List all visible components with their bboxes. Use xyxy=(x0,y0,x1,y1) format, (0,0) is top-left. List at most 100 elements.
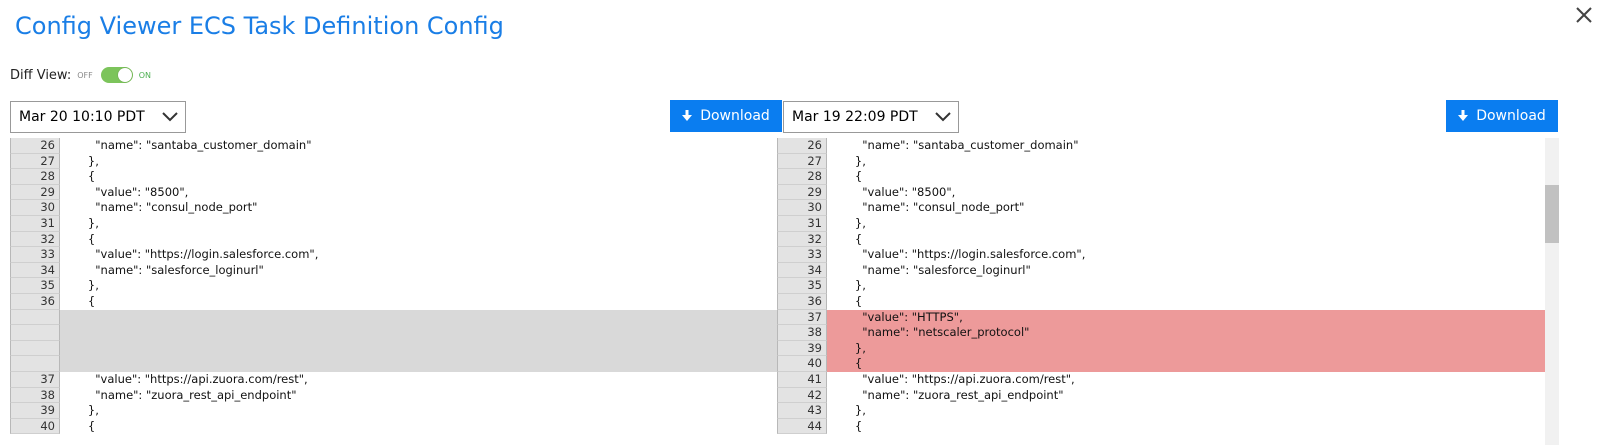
code-text: "name": "zuora_rest_api_endpoint" xyxy=(833,387,1064,402)
chevron-down-icon xyxy=(935,112,951,122)
code-text: "name": "consul_node_port" xyxy=(66,200,258,215)
code-text: }, xyxy=(66,215,99,230)
code-text: { xyxy=(833,293,863,308)
close-icon[interactable] xyxy=(1573,4,1595,26)
code-text: { xyxy=(833,418,863,433)
right-date-select[interactable]: Mar 19 22:09 PDT xyxy=(783,101,959,133)
code-line: 34 "name": "salesforce_loginurl" xyxy=(10,262,780,279)
line-number: 33 xyxy=(777,247,827,263)
right-date-value: Mar 19 22:09 PDT xyxy=(792,109,918,125)
left-date-select[interactable]: Mar 20 10:10 PDT xyxy=(10,101,186,133)
code-text: { xyxy=(66,418,96,433)
code-text: "value": "https://login.salesforce.com", xyxy=(833,247,1086,262)
line-number: 26 xyxy=(777,138,827,154)
line-number: 35 xyxy=(777,278,827,294)
code-text: "value": "https://api.zuora.com/rest", xyxy=(833,371,1075,386)
code-text: { xyxy=(66,231,96,246)
line-number: 32 xyxy=(777,231,827,248)
line-number: 31 xyxy=(10,215,60,232)
line-number: 37 xyxy=(10,371,60,388)
code-line: 37 "value": "https://api.zuora.com/rest"… xyxy=(10,371,780,388)
line-number: 37 xyxy=(777,309,827,326)
code-text: { xyxy=(66,169,96,184)
code-line: 31 }, xyxy=(777,215,1547,232)
code-text: }, xyxy=(833,215,866,230)
code-line: 27 }, xyxy=(777,153,1547,170)
code-line: 34 "name": "salesforce_loginurl" xyxy=(777,262,1547,279)
line-number: 30 xyxy=(777,200,827,216)
code-text: "name": "salesforce_loginurl" xyxy=(66,262,264,277)
code-text: }, xyxy=(833,153,866,168)
code-text xyxy=(60,309,780,326)
code-line: 32 { xyxy=(10,231,780,248)
line-number: 30 xyxy=(10,200,60,216)
code-line: 44 { xyxy=(777,418,1547,435)
code-text: }, xyxy=(827,340,1547,357)
line-number xyxy=(10,309,60,326)
line-number: 34 xyxy=(10,262,60,279)
code-text: "value": "8500", xyxy=(66,184,189,199)
line-number: 35 xyxy=(10,278,60,294)
code-text: { xyxy=(827,356,1547,372)
line-number: 33 xyxy=(10,247,60,263)
line-number: 42 xyxy=(777,387,827,404)
right-code-pane[interactable]: 26 "name": "santaba_customer_domain" 27 }… xyxy=(777,138,1547,445)
code-text xyxy=(60,340,780,357)
code-line: 42 "name": "zuora_rest_api_endpoint" xyxy=(777,387,1547,404)
code-line: 28 { xyxy=(10,169,780,185)
code-line: 39 }, xyxy=(777,340,1547,357)
line-number xyxy=(10,340,60,357)
code-line: 26 "name": "santaba_customer_domain" xyxy=(10,138,780,154)
code-text: "value": "HTTPS", xyxy=(827,309,1547,326)
left-code-pane[interactable]: 26 "name": "santaba_customer_domain" 27 }… xyxy=(10,138,780,445)
toggle-knob xyxy=(117,68,132,82)
toggle-off-label: OFF xyxy=(77,70,93,80)
code-text: "value": "https://api.zuora.com/rest", xyxy=(66,371,308,386)
toggle-on-label: ON xyxy=(138,70,152,80)
code-line xyxy=(10,325,780,341)
code-line: 27 }, xyxy=(10,153,780,170)
line-number: 43 xyxy=(777,403,827,419)
line-number: 41 xyxy=(777,371,827,388)
code-line xyxy=(10,356,780,372)
code-line: 40 { xyxy=(10,418,780,435)
line-number: 38 xyxy=(777,325,827,341)
code-text: }, xyxy=(66,153,99,168)
line-number: 36 xyxy=(777,293,827,310)
line-number: 39 xyxy=(777,340,827,357)
download-icon xyxy=(1458,110,1469,121)
line-number: 28 xyxy=(777,169,827,185)
code-text: }, xyxy=(66,278,99,293)
code-line: 38 "name": "netscaler_protocol" xyxy=(777,325,1547,341)
line-number: 28 xyxy=(10,169,60,185)
code-text: "name": "netscaler_protocol" xyxy=(827,325,1547,341)
code-text: }, xyxy=(66,403,99,418)
line-number: 39 xyxy=(10,403,60,419)
line-number: 29 xyxy=(777,184,827,201)
page-title: Config Viewer ECS Task Definition Config xyxy=(15,12,504,40)
code-line: 29 "value": "8500", xyxy=(10,184,780,201)
left-download-button[interactable]: Download xyxy=(670,100,782,132)
code-line xyxy=(10,340,780,357)
scrollbar-thumb[interactable] xyxy=(1545,185,1559,243)
code-line: 36 { xyxy=(10,293,780,310)
code-text: "name": "santaba_customer_domain" xyxy=(66,138,312,152)
diff-view-toggle[interactable] xyxy=(100,67,133,83)
download-icon xyxy=(682,110,693,121)
code-text: "name": "zuora_rest_api_endpoint" xyxy=(66,387,297,402)
code-line: 26 "name": "santaba_customer_domain" xyxy=(777,138,1547,154)
code-text: "name": "consul_node_port" xyxy=(833,200,1025,215)
diff-view-row: Diff View: OFF ON xyxy=(10,67,151,83)
code-text: "name": "salesforce_loginurl" xyxy=(833,262,1031,277)
code-line: 41 "value": "https://api.zuora.com/rest"… xyxy=(777,371,1547,388)
line-number xyxy=(10,325,60,341)
code-line: 29 "value": "8500", xyxy=(777,184,1547,201)
right-download-button[interactable]: Download xyxy=(1446,100,1558,132)
code-line: 40 { xyxy=(777,356,1547,372)
code-line: 31 }, xyxy=(10,215,780,232)
code-text: "value": "8500", xyxy=(833,184,956,199)
code-line: 30 "name": "consul_node_port" xyxy=(10,200,780,216)
code-text: "name": "santaba_customer_domain" xyxy=(833,138,1079,152)
right-download-label: Download xyxy=(1476,108,1546,124)
diff-view-label: Diff View: xyxy=(10,67,72,83)
